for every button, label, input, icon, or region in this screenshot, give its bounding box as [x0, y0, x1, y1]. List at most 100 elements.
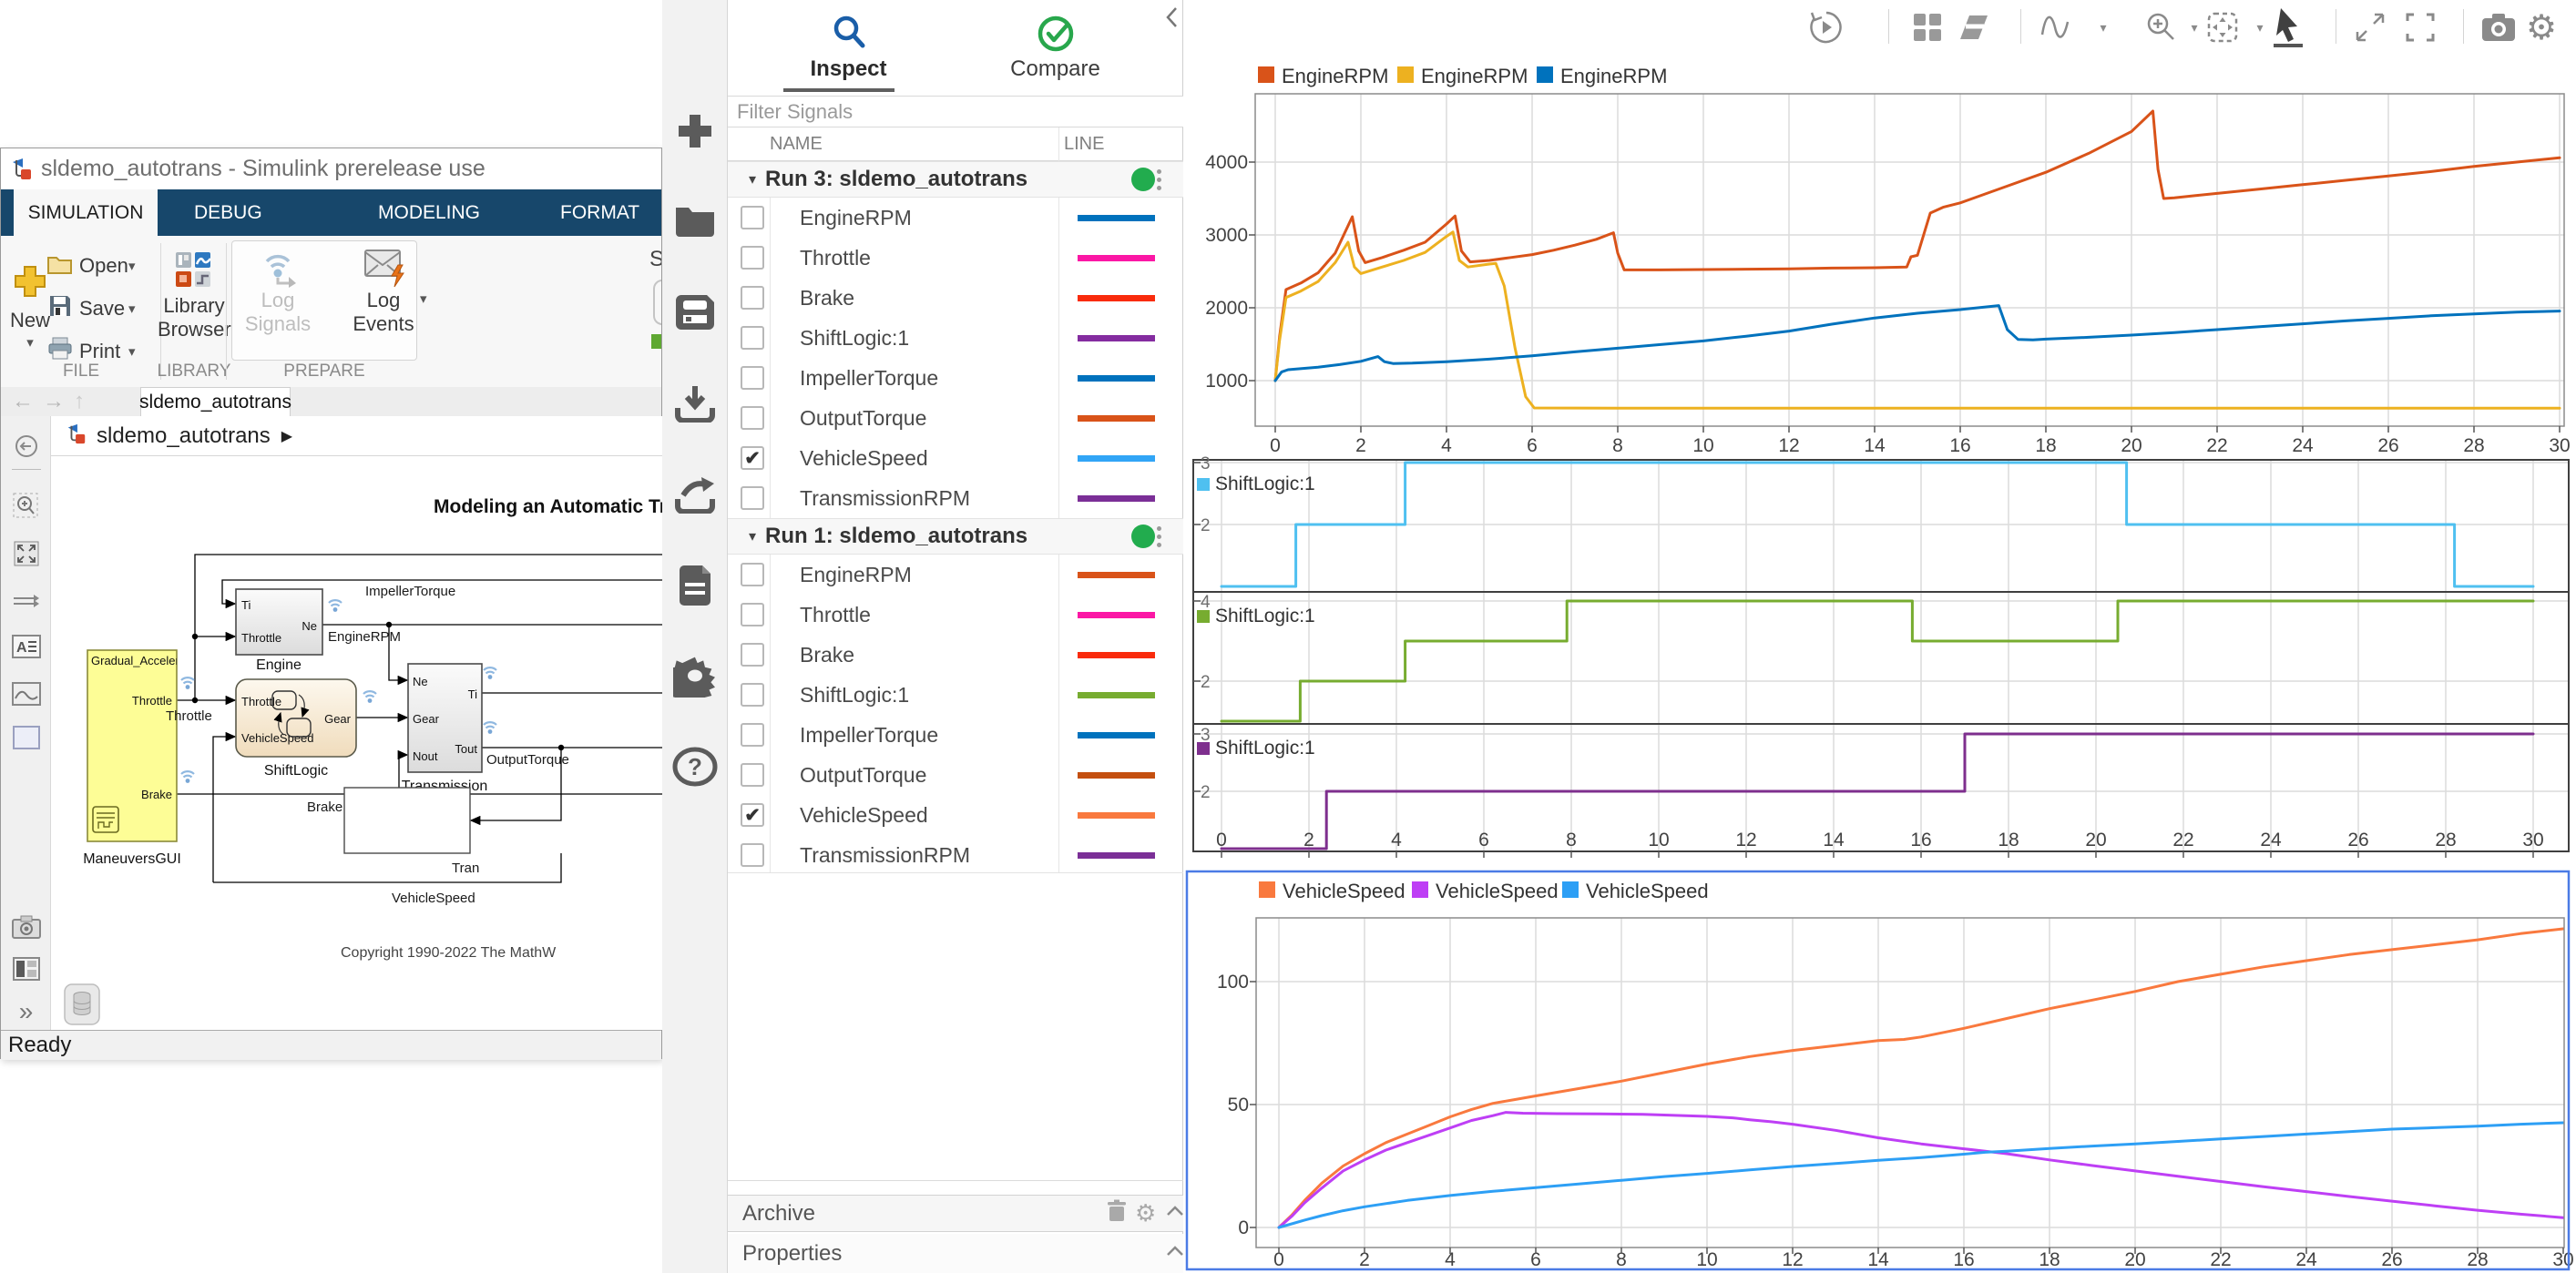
tab-compare[interactable]: Compare — [989, 7, 1121, 89]
signal-row[interactable]: ShiftLogic:1 — [728, 675, 1183, 715]
back-nav-icon[interactable]: ← — [12, 387, 34, 416]
run-collapse-icon[interactable]: ▾ — [749, 527, 756, 545]
tab-format[interactable]: FORMAT — [560, 189, 639, 236]
signal-checkbox[interactable] — [741, 206, 764, 229]
up-nav-icon[interactable]: ↑ — [74, 387, 85, 416]
tab-debug[interactable]: DEBUG — [194, 189, 262, 236]
help-icon[interactable]: ? — [662, 747, 728, 787]
signal-checkbox[interactable] — [741, 603, 764, 626]
save-icon[interactable] — [48, 294, 72, 322]
log-signals-icon[interactable] — [258, 247, 300, 293]
settings-gear-icon[interactable] — [662, 654, 728, 698]
prepare-dropdown[interactable]: ▾ — [420, 290, 427, 307]
report-icon[interactable] — [662, 565, 728, 606]
open-button[interactable]: Open — [79, 254, 128, 278]
tab-inspect[interactable]: Inspect — [782, 7, 915, 89]
zoom-region-icon[interactable] — [1, 493, 51, 520]
signal-row[interactable]: ✔ VehicleSpeed — [728, 438, 1183, 478]
signal-row[interactable]: TransmissionRPM — [728, 478, 1183, 518]
add-icon[interactable] — [662, 111, 728, 151]
archive-section[interactable]: Archive ⚙ — [728, 1195, 1183, 1232]
collapse-panel-icon[interactable] — [1163, 5, 1180, 34]
print-dropdown[interactable]: ▾ — [128, 343, 136, 360]
block-transmission[interactable]: Ne Gear Nout Ti Tout Transmission — [402, 663, 488, 794]
tab-modeling[interactable]: MODELING — [378, 189, 480, 236]
archive-settings-gear-icon[interactable]: ⚙ — [1135, 1199, 1156, 1227]
properties-collapse-icon[interactable] — [1166, 1245, 1184, 1262]
block-engine[interactable]: Ti Throttle Ne Engine — [235, 588, 323, 673]
shiftlogic-strip-3[interactable]: 0 2 4 6 8 10 12 14 16 18 20 22 24 26 28 3023ShiftLogic:… — [1192, 723, 2570, 858]
save-session-icon[interactable] — [662, 293, 728, 330]
signal-row[interactable]: OutputTorque — [728, 398, 1183, 438]
signal-checkbox[interactable] — [741, 683, 764, 707]
run-header[interactable]: ▾ Run 3: sldemo_autotrans — [728, 161, 1183, 198]
log-events-button[interactable]: Log Events — [345, 289, 422, 336]
shiftlogic-strip-1[interactable]: 2 3ShiftLogic:1 — [1192, 454, 2570, 593]
signal-row[interactable]: ShiftLogic:1 — [728, 318, 1183, 358]
signal-checkbox[interactable] — [741, 486, 764, 510]
signal-row[interactable]: Brake — [728, 278, 1183, 318]
signal-checkbox[interactable] — [741, 406, 764, 430]
signal-lines-icon[interactable] — [1, 591, 51, 613]
log-signals-button[interactable]: Log Signals — [240, 289, 316, 336]
forward-nav-icon[interactable]: → — [43, 387, 65, 416]
signal-checkbox[interactable]: ✔ — [741, 446, 764, 470]
open-folder-icon[interactable] — [662, 204, 728, 237]
signal-row[interactable]: ✔ VehicleSpeed — [728, 795, 1183, 835]
trash-icon[interactable] — [1106, 1199, 1128, 1227]
block-maneuversgui[interactable]: Gradual_Accelerat Throttle Brake Maneuve… — [83, 649, 189, 867]
model-canvas[interactable]: Modeling an Automatic Transm — [51, 456, 663, 1030]
vehicle-speed-chart[interactable]: 0 2 4 6 8 10 12 14 16 18 20 22 24 26 28 30050100Vehicle… — [1217, 880, 2574, 1270]
save-dropdown[interactable]: ▾ — [128, 300, 136, 317]
signal-checkbox[interactable] — [741, 643, 764, 667]
block-shiftlogic[interactable]: Throttle VehicleSpeed Gear ShiftLogic — [235, 678, 357, 779]
engine-rpm-chart[interactable]: 0 2 4 6 8 10 12 14 16 18 20 22 24 26 28 301000200030004… — [1205, 65, 2570, 456]
filter-signals-input[interactable] — [728, 97, 1183, 127]
area-icon[interactable] — [1, 726, 51, 749]
signal-row[interactable]: ImpellerTorque — [728, 358, 1183, 398]
library-browser-icon[interactable] — [174, 250, 212, 293]
log-events-icon[interactable] — [363, 249, 407, 293]
signal-row[interactable]: ImpellerTorque — [728, 715, 1183, 755]
signal-row[interactable]: Brake — [728, 635, 1183, 675]
signal-checkbox[interactable] — [741, 763, 764, 787]
breadcrumb[interactable]: sldemo_autotrans ▶ — [51, 416, 663, 456]
screenshot-icon[interactable] — [1, 915, 51, 939]
open-icon[interactable] — [46, 252, 74, 280]
print-button[interactable]: Print — [79, 340, 120, 363]
annotation-icon[interactable]: A — [1, 635, 51, 658]
new-icon[interactable] — [12, 263, 48, 304]
data-store-button[interactable] — [64, 983, 100, 1025]
save-button[interactable]: Save — [79, 297, 125, 321]
signal-checkbox[interactable] — [741, 246, 764, 270]
model-tab[interactable]: sldemo_autotrans — [139, 387, 291, 417]
library-browser-button[interactable]: Library Browser — [158, 294, 231, 341]
import-icon[interactable] — [662, 384, 728, 423]
open-dropdown[interactable]: ▾ — [128, 258, 136, 274]
hide-explorer-icon[interactable] — [1, 433, 51, 460]
fit-to-view-icon[interactable] — [1, 540, 51, 567]
export-icon[interactable] — [662, 475, 728, 514]
archive-collapse-icon[interactable] — [1166, 1205, 1184, 1222]
run-menu-icon[interactable] — [1157, 525, 1161, 547]
signal-row[interactable]: TransmissionRPM — [728, 835, 1183, 875]
model-browser-icon[interactable] — [1, 957, 51, 981]
signal-row[interactable]: Throttle — [728, 238, 1183, 278]
signal-row[interactable]: Throttle — [728, 595, 1183, 635]
signal-row[interactable]: OutputTorque — [728, 755, 1183, 795]
tab-simulation[interactable]: SIMULATION — [14, 189, 158, 236]
properties-section[interactable]: Properties — [728, 1234, 1183, 1273]
signal-checkbox[interactable] — [741, 366, 764, 390]
signal-checkbox[interactable]: ✔ — [741, 803, 764, 827]
signal-checkbox[interactable] — [741, 843, 764, 867]
expand-palette-icon[interactable]: » — [1, 997, 51, 1026]
signal-checkbox[interactable] — [741, 286, 764, 310]
run-collapse-icon[interactable]: ▾ — [749, 170, 756, 188]
run-menu-icon[interactable] — [1157, 168, 1161, 190]
signal-checkbox[interactable] — [741, 326, 764, 350]
shiftlogic-strip-2[interactable]: 2 4ShiftLogic:1 — [1192, 591, 2570, 725]
block-vehicle[interactable] — [343, 787, 471, 854]
signal-checkbox[interactable] — [741, 563, 764, 586]
image-icon[interactable] — [1, 682, 51, 706]
signal-row[interactable]: EngineRPM — [728, 555, 1183, 595]
